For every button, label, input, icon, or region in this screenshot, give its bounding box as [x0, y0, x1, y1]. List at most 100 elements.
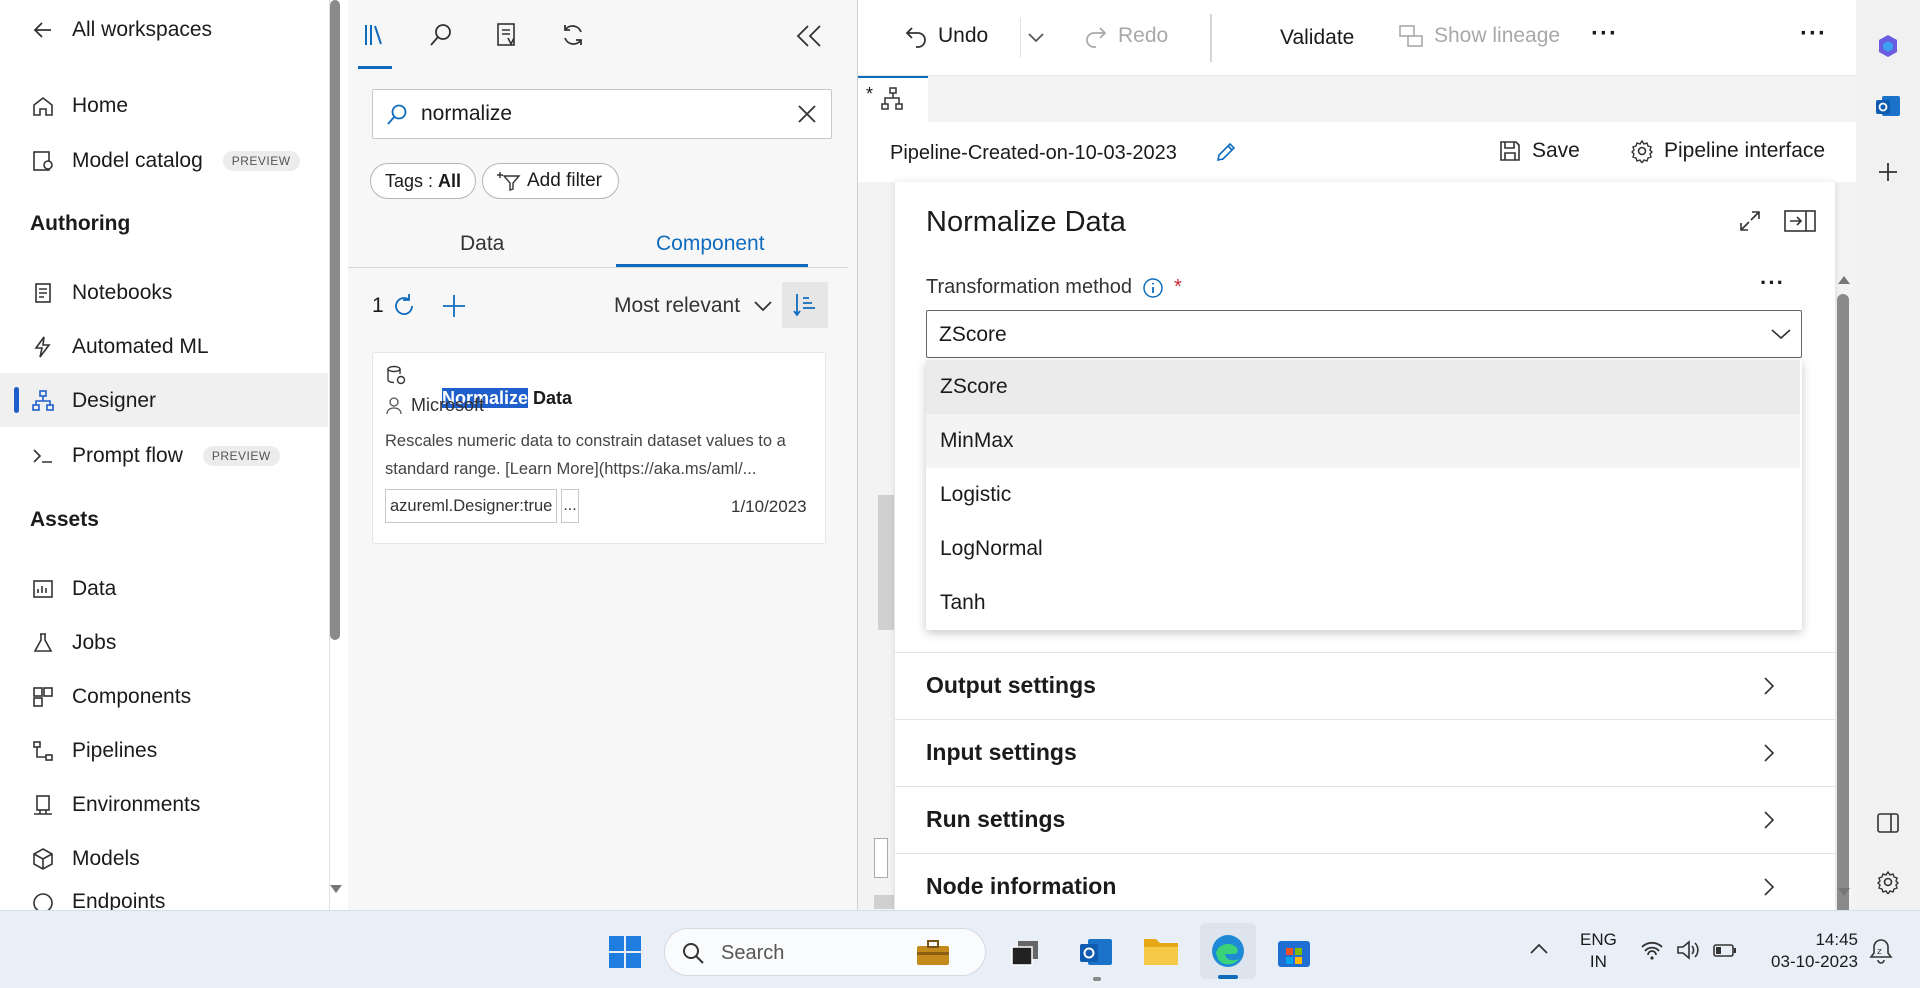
transformation-method-select[interactable]: ZScore	[926, 310, 1802, 358]
nav-item-prompt-flow[interactable]: Prompt flow PREVIEW	[30, 436, 280, 476]
nav-item-jobs[interactable]: Jobs	[30, 623, 116, 663]
scroll-down-arrow-icon[interactable]	[330, 885, 342, 895]
panel-scroll-down-icon[interactable]	[1838, 888, 1850, 898]
info-icon[interactable]	[1142, 277, 1164, 299]
undo-history-chevron-icon[interactable]	[1028, 32, 1044, 44]
field-more-button[interactable]: ···	[1760, 270, 1785, 296]
show-hidden-icons-chevron[interactable]	[1530, 943, 1548, 955]
dock-panel-icon[interactable]	[1784, 210, 1816, 232]
option-lognormal[interactable]: LogNormal	[926, 522, 1800, 576]
validate-button[interactable]: Validate	[1280, 26, 1354, 50]
designer-icon	[30, 388, 56, 414]
nav-item-notebooks[interactable]: Notebooks	[30, 273, 172, 313]
taskbar-search-box[interactable]: Search	[664, 928, 986, 976]
left-navigation: All workspaces Home Model catalog PREVIE…	[0, 0, 342, 910]
copilot-icon[interactable]	[1874, 32, 1902, 60]
section-output-settings[interactable]: Output settings	[895, 652, 1835, 718]
more-tags-button[interactable]: ...	[561, 489, 579, 523]
add-filter-button[interactable]: Add filter	[482, 163, 619, 199]
nav-label: Environments	[72, 793, 201, 816]
panel-scroll-up-icon[interactable]	[1838, 274, 1850, 284]
nav-item-model-catalog[interactable]: Model catalog PREVIEW	[30, 141, 300, 181]
nav-item-pipelines[interactable]: Pipelines	[30, 731, 157, 771]
toolbar-overflow-button[interactable]: ···	[1800, 20, 1827, 48]
nav-item-models[interactable]: Models	[30, 839, 140, 879]
option-tanh[interactable]: Tanh	[926, 576, 1800, 630]
automl-icon	[30, 334, 56, 360]
field-label: Transformation method	[926, 276, 1133, 298]
nav-item-components[interactable]: Components	[30, 677, 191, 717]
component-tag: azureml.Designer:true	[385, 489, 558, 523]
nav-item-automated-ml[interactable]: Automated ML	[30, 327, 209, 367]
windows-start-icon[interactable]	[608, 935, 642, 969]
microsoft-store-icon[interactable]	[1276, 935, 1312, 969]
nav-label: Endpoints	[72, 890, 166, 910]
tags-filter-pill[interactable]: Tags : All	[370, 163, 477, 199]
tags-label: Tags :	[385, 170, 439, 191]
hide-sidebar-icon[interactable]	[1876, 812, 1900, 834]
nav-item-home[interactable]: Home	[30, 86, 128, 126]
clear-search-icon[interactable]	[797, 104, 817, 124]
canvas-node-edge	[878, 495, 894, 630]
option-zscore[interactable]: ZScore	[926, 360, 1800, 414]
component-card[interactable]: Normalize Data Microsoft Rescales numeri…	[372, 352, 826, 544]
volume-icon	[1676, 939, 1700, 961]
tab-data[interactable]: Data	[460, 232, 504, 256]
system-tray[interactable]	[1640, 939, 1738, 961]
designer-toolbar: Undo Redo Validate Show lineage ··· ···	[858, 0, 1856, 76]
report-icon[interactable]	[494, 22, 520, 48]
canvas-scroll-thumb[interactable]	[874, 895, 894, 909]
tab-component[interactable]: Component	[656, 232, 765, 256]
outlook-icon[interactable]	[1874, 92, 1902, 120]
home-icon	[30, 93, 56, 119]
file-explorer-icon[interactable]	[1142, 935, 1180, 967]
section-input-settings[interactable]: Input settings	[895, 719, 1835, 785]
add-component-icon[interactable]	[440, 292, 468, 320]
nav-scrollbar-thumb[interactable]	[330, 0, 340, 640]
show-lineage-button[interactable]: Show lineage	[1398, 24, 1560, 48]
language-indicator[interactable]: ENG IN	[1580, 929, 1617, 973]
sort-order-button[interactable]	[782, 282, 828, 328]
section-authoring: Authoring	[30, 212, 131, 235]
expand-icon[interactable]	[1739, 210, 1761, 232]
refresh-results-icon[interactable]	[390, 292, 418, 320]
panel-scrollbar-thumb[interactable]	[1837, 294, 1849, 974]
refresh-icon[interactable]	[560, 22, 586, 48]
all-workspaces-link[interactable]: All workspaces	[30, 10, 212, 50]
preview-badge: PREVIEW	[202, 446, 280, 466]
component-search-box[interactable]: normalize	[372, 89, 832, 139]
redo-button[interactable]: Redo	[1084, 24, 1168, 48]
nav-item-designer[interactable]: Designer	[30, 381, 156, 421]
undo-button[interactable]: Undo	[904, 24, 988, 48]
save-button[interactable]: Save	[1498, 139, 1580, 163]
add-sidebar-app-icon[interactable]	[1876, 160, 1900, 184]
option-minmax[interactable]: MinMax	[926, 414, 1800, 468]
collapse-panel-icon[interactable]	[796, 24, 822, 48]
library-icon[interactable]	[362, 22, 388, 48]
sidebar-settings-icon[interactable]	[1876, 870, 1900, 894]
task-view-icon[interactable]	[1010, 939, 1040, 967]
nav-item-endpoints[interactable]: Endpoints	[30, 890, 165, 910]
component-author: Microsoft	[385, 395, 484, 416]
nav-label: Designer	[72, 389, 157, 412]
section-title: Input settings	[926, 739, 1077, 765]
pipeline-interface-button[interactable]: Pipeline interface	[1630, 139, 1825, 163]
component-module-icon	[385, 365, 407, 387]
sort-label: Most relevant	[614, 294, 741, 317]
notification-bell-icon[interactable]: z	[1868, 937, 1894, 965]
undo-label: Undo	[938, 24, 989, 47]
outlook-taskbar-icon[interactable]	[1078, 935, 1114, 969]
clock[interactable]: 14:45 03-10-2023	[1758, 929, 1858, 973]
search-tool-icon[interactable]	[428, 22, 454, 48]
edit-name-icon[interactable]	[1214, 140, 1238, 164]
nav-item-data[interactable]: Data	[30, 569, 116, 609]
option-logistic[interactable]: Logistic	[926, 468, 1800, 522]
nav-item-environments[interactable]: Environments	[30, 785, 200, 825]
redo-label: Redo	[1118, 24, 1169, 47]
sort-dropdown[interactable]: Most relevant	[614, 294, 772, 318]
edge-taskbar-button[interactable]	[1200, 923, 1256, 979]
toolbar-more-button[interactable]: ···	[1591, 20, 1618, 48]
pipeline-tab[interactable]: *	[858, 76, 928, 122]
search-input[interactable]: normalize	[421, 102, 512, 126]
section-run-settings[interactable]: Run settings	[895, 786, 1835, 852]
